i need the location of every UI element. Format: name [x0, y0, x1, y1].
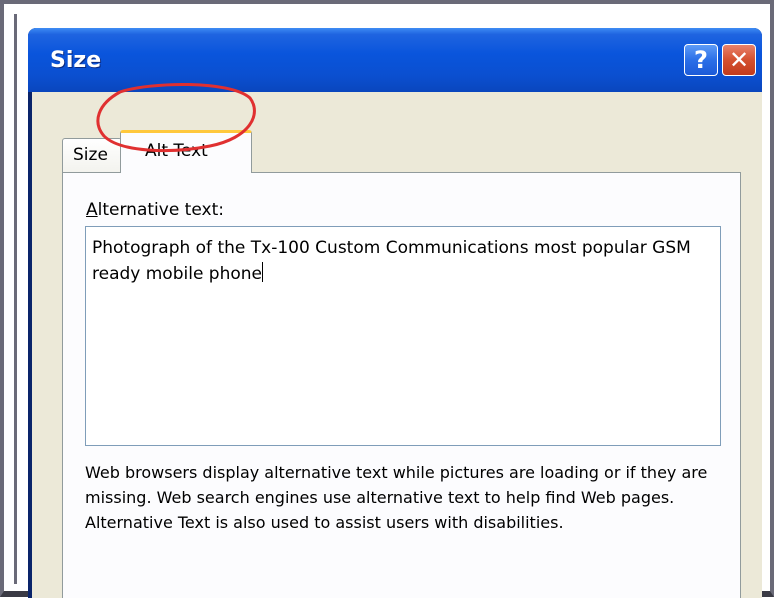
tab-size-label: Size	[73, 145, 108, 165]
close-button[interactable]: ✕	[722, 44, 756, 76]
alt-text-panel: Alternative text: Photograph of the Tx-1…	[62, 172, 741, 598]
size-dialog: Size ? ✕ Size Alt Text Alternative text:…	[28, 28, 762, 598]
title-bar[interactable]: Size ? ✕	[28, 28, 762, 92]
tab-alt-text-label: Alt Text	[145, 141, 208, 161]
help-description: Web browsers display alternative text wh…	[85, 463, 708, 532]
tab-alt-text[interactable]: Alt Text	[120, 130, 252, 173]
question-mark-icon: ?	[694, 46, 708, 74]
alternative-text-input[interactable]: Photograph of the Tx-100 Custom Communic…	[85, 226, 721, 446]
dialog-body: Size Alt Text Alternative text: Photogra…	[32, 92, 762, 598]
text-caret	[262, 262, 264, 282]
alt-text-value: Photograph of the Tx-100 Custom Communic…	[92, 238, 697, 284]
tab-size[interactable]: Size	[62, 138, 122, 172]
label-rest: lternative text:	[97, 200, 224, 220]
alternative-text-label: Alternative text:	[86, 200, 224, 220]
close-icon: ✕	[728, 46, 750, 74]
help-button[interactable]: ?	[684, 44, 718, 76]
label-accelerator: A	[86, 200, 98, 220]
dialog-title: Size	[50, 48, 102, 73]
background-edge	[14, 14, 17, 584]
